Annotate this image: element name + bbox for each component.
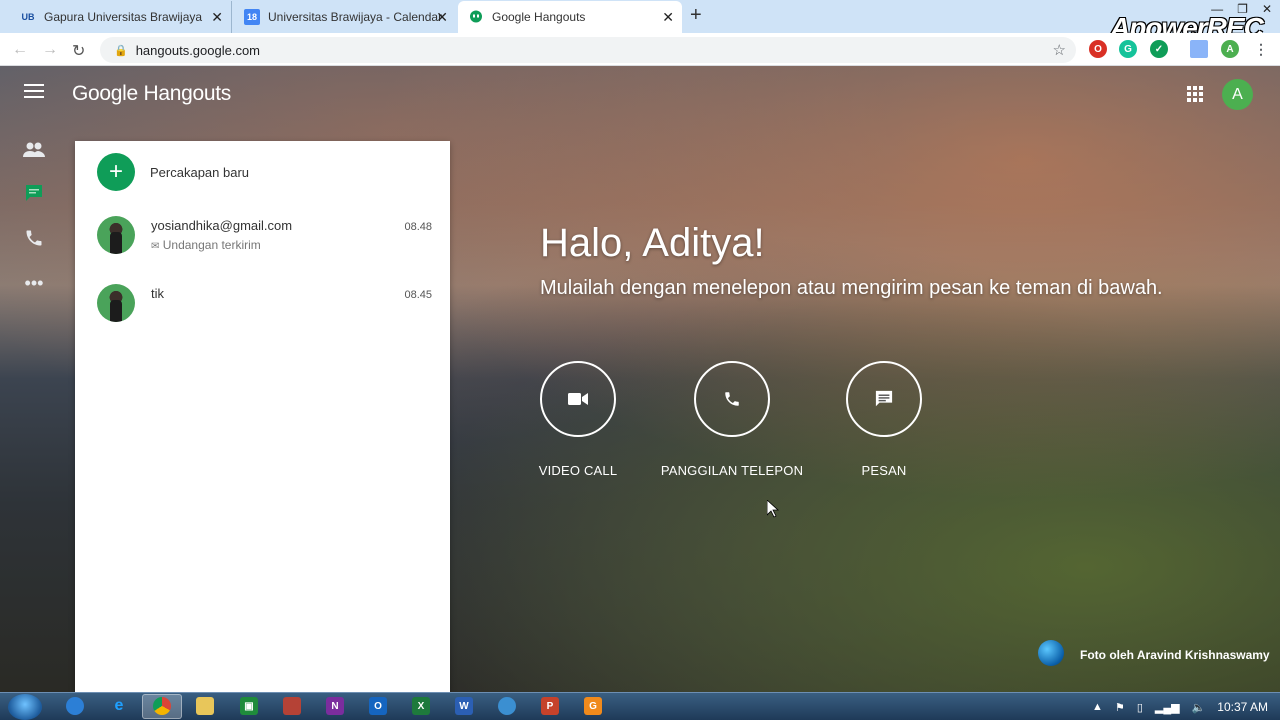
conversation-item[interactable]: tik 08.45 (97, 284, 432, 334)
taskbar-app-icon[interactable] (66, 697, 84, 715)
apowerrec-icon[interactable]: G (584, 697, 602, 715)
conversation-status: ✉ Undangan terkirim (151, 238, 261, 252)
opera-extension-icon[interactable]: O (1089, 40, 1107, 58)
tab-title: Universitas Brawijaya - Calendar (268, 10, 443, 24)
phone-call-button[interactable]: PANGGILAN TELEPON (657, 361, 807, 478)
excel-icon[interactable]: X (412, 697, 430, 715)
show-hidden-icons-icon[interactable]: ▲ (1092, 701, 1103, 713)
hangouts-logo[interactable]: Google Hangouts (72, 82, 231, 106)
new-conversation-label: Percakapan baru (150, 164, 250, 180)
message-button[interactable]: PESAN (809, 361, 959, 478)
clock[interactable]: 10:37 AM (1217, 700, 1268, 714)
lock-icon: 🔒 (114, 44, 128, 57)
close-window-icon[interactable]: ✕ (1262, 2, 1272, 16)
close-tab-icon[interactable]: ✕ (436, 9, 448, 26)
conversation-item[interactable]: yosiandhika@gmail.com ✉ Undangan terkiri… (97, 216, 432, 266)
mouse-cursor-icon (767, 500, 779, 518)
conversation-time: 08.48 (404, 221, 432, 233)
new-tab-icon[interactable]: + (690, 4, 702, 27)
globe-icon[interactable] (1038, 640, 1064, 666)
conversation-time: 08.45 (404, 289, 432, 301)
reload-icon[interactable]: ↻ (72, 41, 85, 61)
word-icon[interactable]: W (455, 697, 473, 715)
forward-icon[interactable]: → (42, 41, 58, 59)
phone-calls-icon[interactable] (22, 226, 46, 250)
calendar-favicon-icon: 18 (244, 9, 260, 25)
flag-icon[interactable]: ⚑ (1115, 701, 1125, 714)
grammarly-extension-icon[interactable]: G (1119, 40, 1137, 58)
phone-call-label: PANGGILAN TELEPON (660, 463, 804, 478)
network-signal-icon[interactable]: ▂▄▆ (1155, 701, 1180, 714)
new-conversation-button[interactable]: + Percakapan baru (97, 153, 249, 191)
video-icon (540, 361, 616, 437)
address-bar-row: ← → ↻ 🔒 hangouts.google.com ☆ O G ✓ A ⋮ (0, 33, 1280, 66)
chrome-icon[interactable] (153, 697, 171, 715)
conversation-name: yosiandhika@gmail.com (151, 218, 293, 233)
internet-explorer-icon[interactable]: e (110, 697, 128, 715)
apps-grid-icon[interactable] (1187, 86, 1203, 102)
outlook-icon[interactable]: O (369, 697, 387, 715)
video-call-label: VIDEO CALL (538, 463, 618, 478)
hangouts-favicon-icon (468, 9, 484, 25)
close-tab-icon[interactable]: ✕ (211, 9, 223, 26)
conversations-icon[interactable] (22, 181, 46, 205)
check-extension-icon[interactable]: ✓ (1150, 40, 1168, 58)
conversation-name: tik (151, 286, 164, 301)
file-explorer-icon[interactable] (196, 697, 214, 715)
close-tab-icon[interactable]: ✕ (662, 9, 674, 26)
message-icon (846, 361, 922, 437)
hamburger-menu-icon[interactable] (24, 84, 44, 100)
invite-envelope-icon: ✉ (151, 241, 160, 252)
contacts-icon[interactable] (22, 138, 46, 162)
document-extension-icon[interactable] (1190, 40, 1208, 58)
back-icon[interactable]: ← (12, 41, 28, 59)
tab-calendar[interactable]: 18 Universitas Brawijaya - Calendar ✕ (234, 1, 456, 33)
welcome-greeting: Halo, Aditya! (540, 221, 765, 265)
winrar-icon[interactable] (283, 697, 301, 715)
search-app-icon[interactable] (498, 697, 516, 715)
battery-icon[interactable]: ▯ (1137, 701, 1143, 714)
conversation-list-panel: + Percakapan baru yosiandhika@gmail.com … (75, 141, 450, 692)
phone-icon (694, 361, 770, 437)
start-button[interactable] (8, 694, 42, 720)
video-call-button[interactable]: VIDEO CALL (503, 361, 653, 478)
browser-menu-icon[interactable]: ⋮ (1252, 40, 1270, 58)
avatar (97, 284, 135, 322)
account-avatar[interactable]: A (1222, 79, 1253, 110)
volume-icon[interactable]: 🔈 (1192, 701, 1206, 714)
tab-title: Gapura Universitas Brawijaya (44, 10, 203, 24)
message-label: PESAN (861, 463, 907, 478)
url-text: hangouts.google.com (135, 42, 261, 58)
photo-credit[interactable]: Foto oleh Aravind Krishnaswamy (1080, 648, 1270, 662)
hangouts-app: Google Hangouts A ••• + Percakapan baru … (0, 66, 1280, 692)
url-field[interactable]: 🔒 hangouts.google.com ☆ (100, 37, 1076, 63)
tab-title: Google Hangouts (492, 10, 586, 24)
welcome-subtitle: Mulailah dengan menelepon atau mengirim … (540, 277, 1163, 299)
more-options-icon[interactable]: ••• (22, 271, 46, 295)
ub-favicon-icon: UB (21, 12, 35, 22)
plus-icon: + (97, 153, 135, 191)
profile-avatar-icon[interactable]: A (1221, 40, 1239, 58)
system-tray: ▲ ⚑ ▯ ▂▄▆ 🔈 10:37 AM (1092, 693, 1280, 720)
avatar (97, 216, 135, 254)
powerpoint-icon[interactable]: P (541, 697, 559, 715)
browser-tab-bar: UB Gapura Universitas Brawijaya ✕ 18 Uni… (0, 0, 1280, 43)
bookmark-star-icon[interactable]: ☆ (1053, 41, 1066, 59)
tab-gapura[interactable]: UB Gapura Universitas Brawijaya ✕ (10, 1, 232, 33)
tab-hangouts[interactable]: Google Hangouts ✕ (458, 1, 682, 33)
windows-taskbar: e ▣ N O X W P G ▲ ⚑ ▯ ▂▄▆ 🔈 10:37 AM (0, 692, 1280, 720)
onenote-icon[interactable]: N (326, 697, 344, 715)
spreadsheet-app-icon[interactable]: ▣ (240, 697, 258, 715)
